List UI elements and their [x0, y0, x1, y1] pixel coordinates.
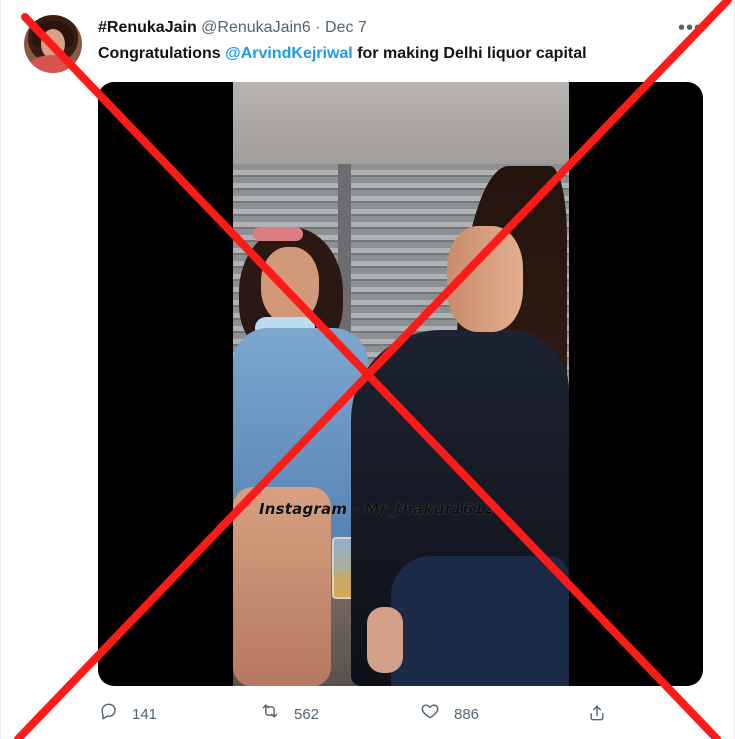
avatar[interactable]: [24, 15, 82, 73]
left-border: [0, 0, 1, 739]
left-person-hairband: [253, 227, 303, 241]
wall-panel: [233, 82, 569, 172]
more-dots: •••: [678, 17, 703, 39]
reply-icon: [98, 701, 118, 729]
separator-dot: ·: [315, 19, 321, 36]
heart-icon: [420, 701, 440, 729]
share-icon: [587, 703, 607, 728]
reply-button[interactable]: 141: [98, 703, 157, 727]
reply-count: 141: [132, 706, 158, 723]
like-button[interactable]: 886: [420, 703, 479, 727]
tweet-actions: 141 562 886: [98, 703, 618, 727]
tweet-text-suffix: for making Delhi liquor capital: [352, 45, 587, 62]
right-person-jeans: [391, 556, 569, 686]
retweet-button[interactable]: 562: [260, 703, 319, 727]
video-frame[interactable]: Instagram - Mr_thakur1612: [233, 82, 569, 686]
retweet-count: 562: [294, 706, 320, 723]
left-person-face: [261, 247, 319, 323]
hand: [367, 607, 403, 673]
tweet-text-prefix: Congratulations: [98, 45, 226, 62]
more-icon[interactable]: •••: [678, 17, 703, 39]
avatar-scarf: [29, 55, 77, 73]
media-container[interactable]: Instagram - Mr_thakur1612: [98, 82, 703, 686]
username[interactable]: @RenukaJain6: [201, 19, 311, 36]
tweet-header: #RenukaJain @RenukaJain6 · Dec 7: [98, 18, 367, 38]
right-person-face: [447, 226, 523, 332]
display-name[interactable]: #RenukaJain: [98, 19, 197, 36]
tweet-card: #RenukaJain @RenukaJain6 · Dec 7 ••• Con…: [0, 0, 735, 739]
tweet-text: Congratulations @ArvindKejriwal for maki…: [98, 44, 587, 64]
mention-link[interactable]: @ArvindKejriwal: [225, 45, 353, 62]
tweet-date[interactable]: Dec 7: [325, 19, 367, 36]
retweet-icon: [260, 701, 280, 729]
like-count: 886: [454, 706, 480, 723]
share-button[interactable]: [585, 703, 609, 727]
video-watermark: Instagram - Mr_thakur1612: [259, 500, 495, 518]
